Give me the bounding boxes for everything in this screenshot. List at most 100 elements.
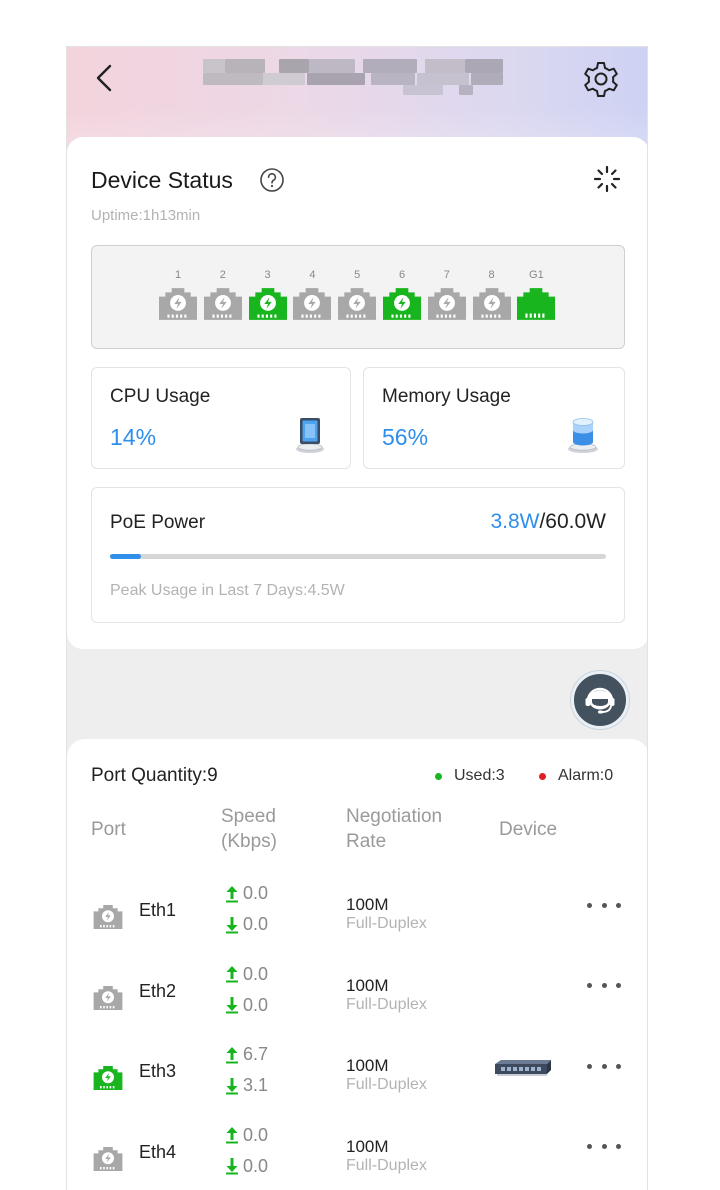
port-row[interactable]: Eth4 0.0 0.0 100M Full-Duplex: [67, 1113, 647, 1190]
more-options-button[interactable]: [587, 976, 621, 996]
cpu-usage-card: CPU Usage 14%: [91, 367, 351, 469]
port-indicator[interactable]: 1: [158, 268, 198, 320]
poe-progress-fill: [110, 554, 142, 559]
used-dot-icon: [435, 772, 442, 780]
port-indicator[interactable]: 8: [472, 268, 512, 320]
upload-speed: 6.7: [225, 1044, 268, 1065]
device-status-card: Device Status Uptime:1h13min 1 2 3 4 5 6 7 8 G1 …: [67, 137, 647, 649]
back-arrow-icon: [96, 64, 112, 92]
column-header-speed: Speed (Kbps): [221, 806, 277, 852]
memory-usage-value: 56%: [382, 424, 429, 450]
port-row[interactable]: Eth2 0.0 0.0 100M Full-Duplex: [67, 952, 647, 1032]
column-header-port: Port: [91, 819, 126, 840]
dot-icon: [587, 983, 592, 988]
download-arrow-icon: [226, 1077, 238, 1094]
download-arrow-icon: [226, 1158, 238, 1175]
cpu-usage-value: 14%: [110, 424, 157, 450]
more-options-button[interactable]: [587, 1056, 621, 1076]
negotiation-rate: 100M: [346, 975, 389, 995]
cpu-chip-icon: [296, 418, 324, 453]
poe-port-icon: [203, 288, 242, 320]
poe-power-value: 3.8W/60.0W: [490, 510, 606, 534]
port-number: 5: [354, 269, 361, 281]
dot-icon: [587, 1063, 592, 1069]
more-options-button[interactable]: [587, 1137, 621, 1157]
port-number: 2: [219, 269, 226, 281]
poe-power-label: PoE Power: [110, 512, 206, 533]
port-panel: 1 2 3 4 5 6 7 8 G1: [91, 245, 625, 349]
port-indicator[interactable]: 7: [427, 268, 467, 320]
help-circle-icon[interactable]: [259, 167, 285, 193]
poe-peak-text: Peak Usage in Last 7 Days:4.5W: [110, 582, 345, 599]
port-name: Eth4: [139, 1141, 177, 1162]
upload-speed: 0.0: [225, 883, 268, 904]
poe-port-icon: [383, 288, 421, 320]
spinner-icon[interactable]: [593, 165, 621, 193]
port-row[interactable]: Eth1 0.0 0.0 100M Full-Duplex: [67, 871, 647, 951]
settings-button[interactable]: [581, 59, 621, 99]
memory-usage-label: Memory Usage: [382, 386, 511, 407]
back-button[interactable]: [89, 63, 119, 93]
poe-port-icon: [248, 288, 287, 320]
uptime-text: Uptime:1h13min: [91, 207, 201, 224]
memory-usage-card: Memory Usage 56%: [363, 367, 625, 469]
port-indicator[interactable]: 6: [382, 268, 422, 320]
negotiation-rate: 100M: [346, 1136, 389, 1156]
port-indicator[interactable]: G1: [516, 268, 556, 320]
column-header-device: Device: [499, 819, 558, 840]
switch-device-icon: [495, 1060, 551, 1076]
download-speed: 0.0: [225, 914, 268, 935]
cpu-usage-label: CPU Usage: [110, 386, 211, 407]
port-name: Eth1: [139, 900, 177, 920]
port-indicator[interactable]: 3: [248, 268, 288, 320]
port-name: Eth3: [139, 1061, 177, 1081]
port-number: 6: [398, 269, 406, 281]
poe-port-icon: [93, 1146, 123, 1171]
upload-arrow-icon: [226, 885, 238, 902]
duplex-mode: Full-Duplex: [346, 1076, 427, 1093]
port-name: Eth2: [139, 980, 177, 1001]
alarm-count: Alarm:0: [558, 767, 614, 784]
alarm-dot-icon: [539, 772, 546, 780]
poe-power-card: PoE Power 3.8W/60.0W Peak Usage in Last …: [91, 487, 625, 623]
poe-port-icon: [293, 288, 332, 320]
device-name-redacted: [203, 59, 503, 97]
ethernet-port-icon: [517, 288, 556, 320]
gear-icon: [584, 62, 618, 97]
headset-icon: [585, 687, 615, 714]
port-number: 7: [443, 269, 450, 281]
duplex-mode: Full-Duplex: [346, 1156, 427, 1174]
download-arrow-icon: [226, 997, 238, 1014]
download-arrow-icon: [226, 916, 238, 933]
poe-port-icon: [93, 905, 123, 929]
port-indicator[interactable]: 5: [337, 268, 377, 320]
port-quantity-title: Port Quantity:9: [91, 765, 218, 786]
port-list-card: Port Quantity:9 Used:3 Alarm:0 Port Spee…: [67, 739, 647, 1190]
poe-port-icon: [93, 985, 123, 1010]
poe-port-icon: [472, 288, 511, 320]
memory-cylinder-icon: [568, 418, 598, 453]
negotiation-rate: 100M: [346, 895, 389, 914]
used-count: Used:3: [454, 767, 505, 784]
poe-port-icon: [93, 1066, 123, 1090]
port-indicator[interactable]: 4: [292, 268, 332, 320]
customer-support-button[interactable]: [571, 671, 629, 729]
download-speed: 0.0: [225, 1156, 268, 1177]
poe-used-value: 3.8W: [490, 510, 540, 533]
column-header-negotiation-rate: Negotiation Rate: [346, 806, 443, 852]
upload-arrow-icon: [226, 966, 238, 983]
negotiation-rate: 100M: [346, 1056, 389, 1075]
port-number: 4: [309, 269, 316, 281]
port-indicator[interactable]: 2: [203, 268, 243, 320]
more-options-button[interactable]: [587, 895, 621, 915]
port-number: G1: [529, 269, 544, 281]
duplex-mode: Full-Duplex: [346, 915, 427, 932]
download-speed: 3.1: [225, 1075, 268, 1096]
port-row[interactable]: Eth3 6.7 3.1 100M Full-Duplex: [67, 1032, 647, 1112]
poe-progress-track: [110, 554, 606, 559]
poe-port-icon: [159, 288, 197, 320]
port-number: 8: [488, 269, 495, 281]
poe-total-value: /60.0W: [539, 510, 606, 533]
upload-arrow-icon: [226, 1127, 238, 1144]
download-speed: 0.0: [225, 995, 268, 1016]
